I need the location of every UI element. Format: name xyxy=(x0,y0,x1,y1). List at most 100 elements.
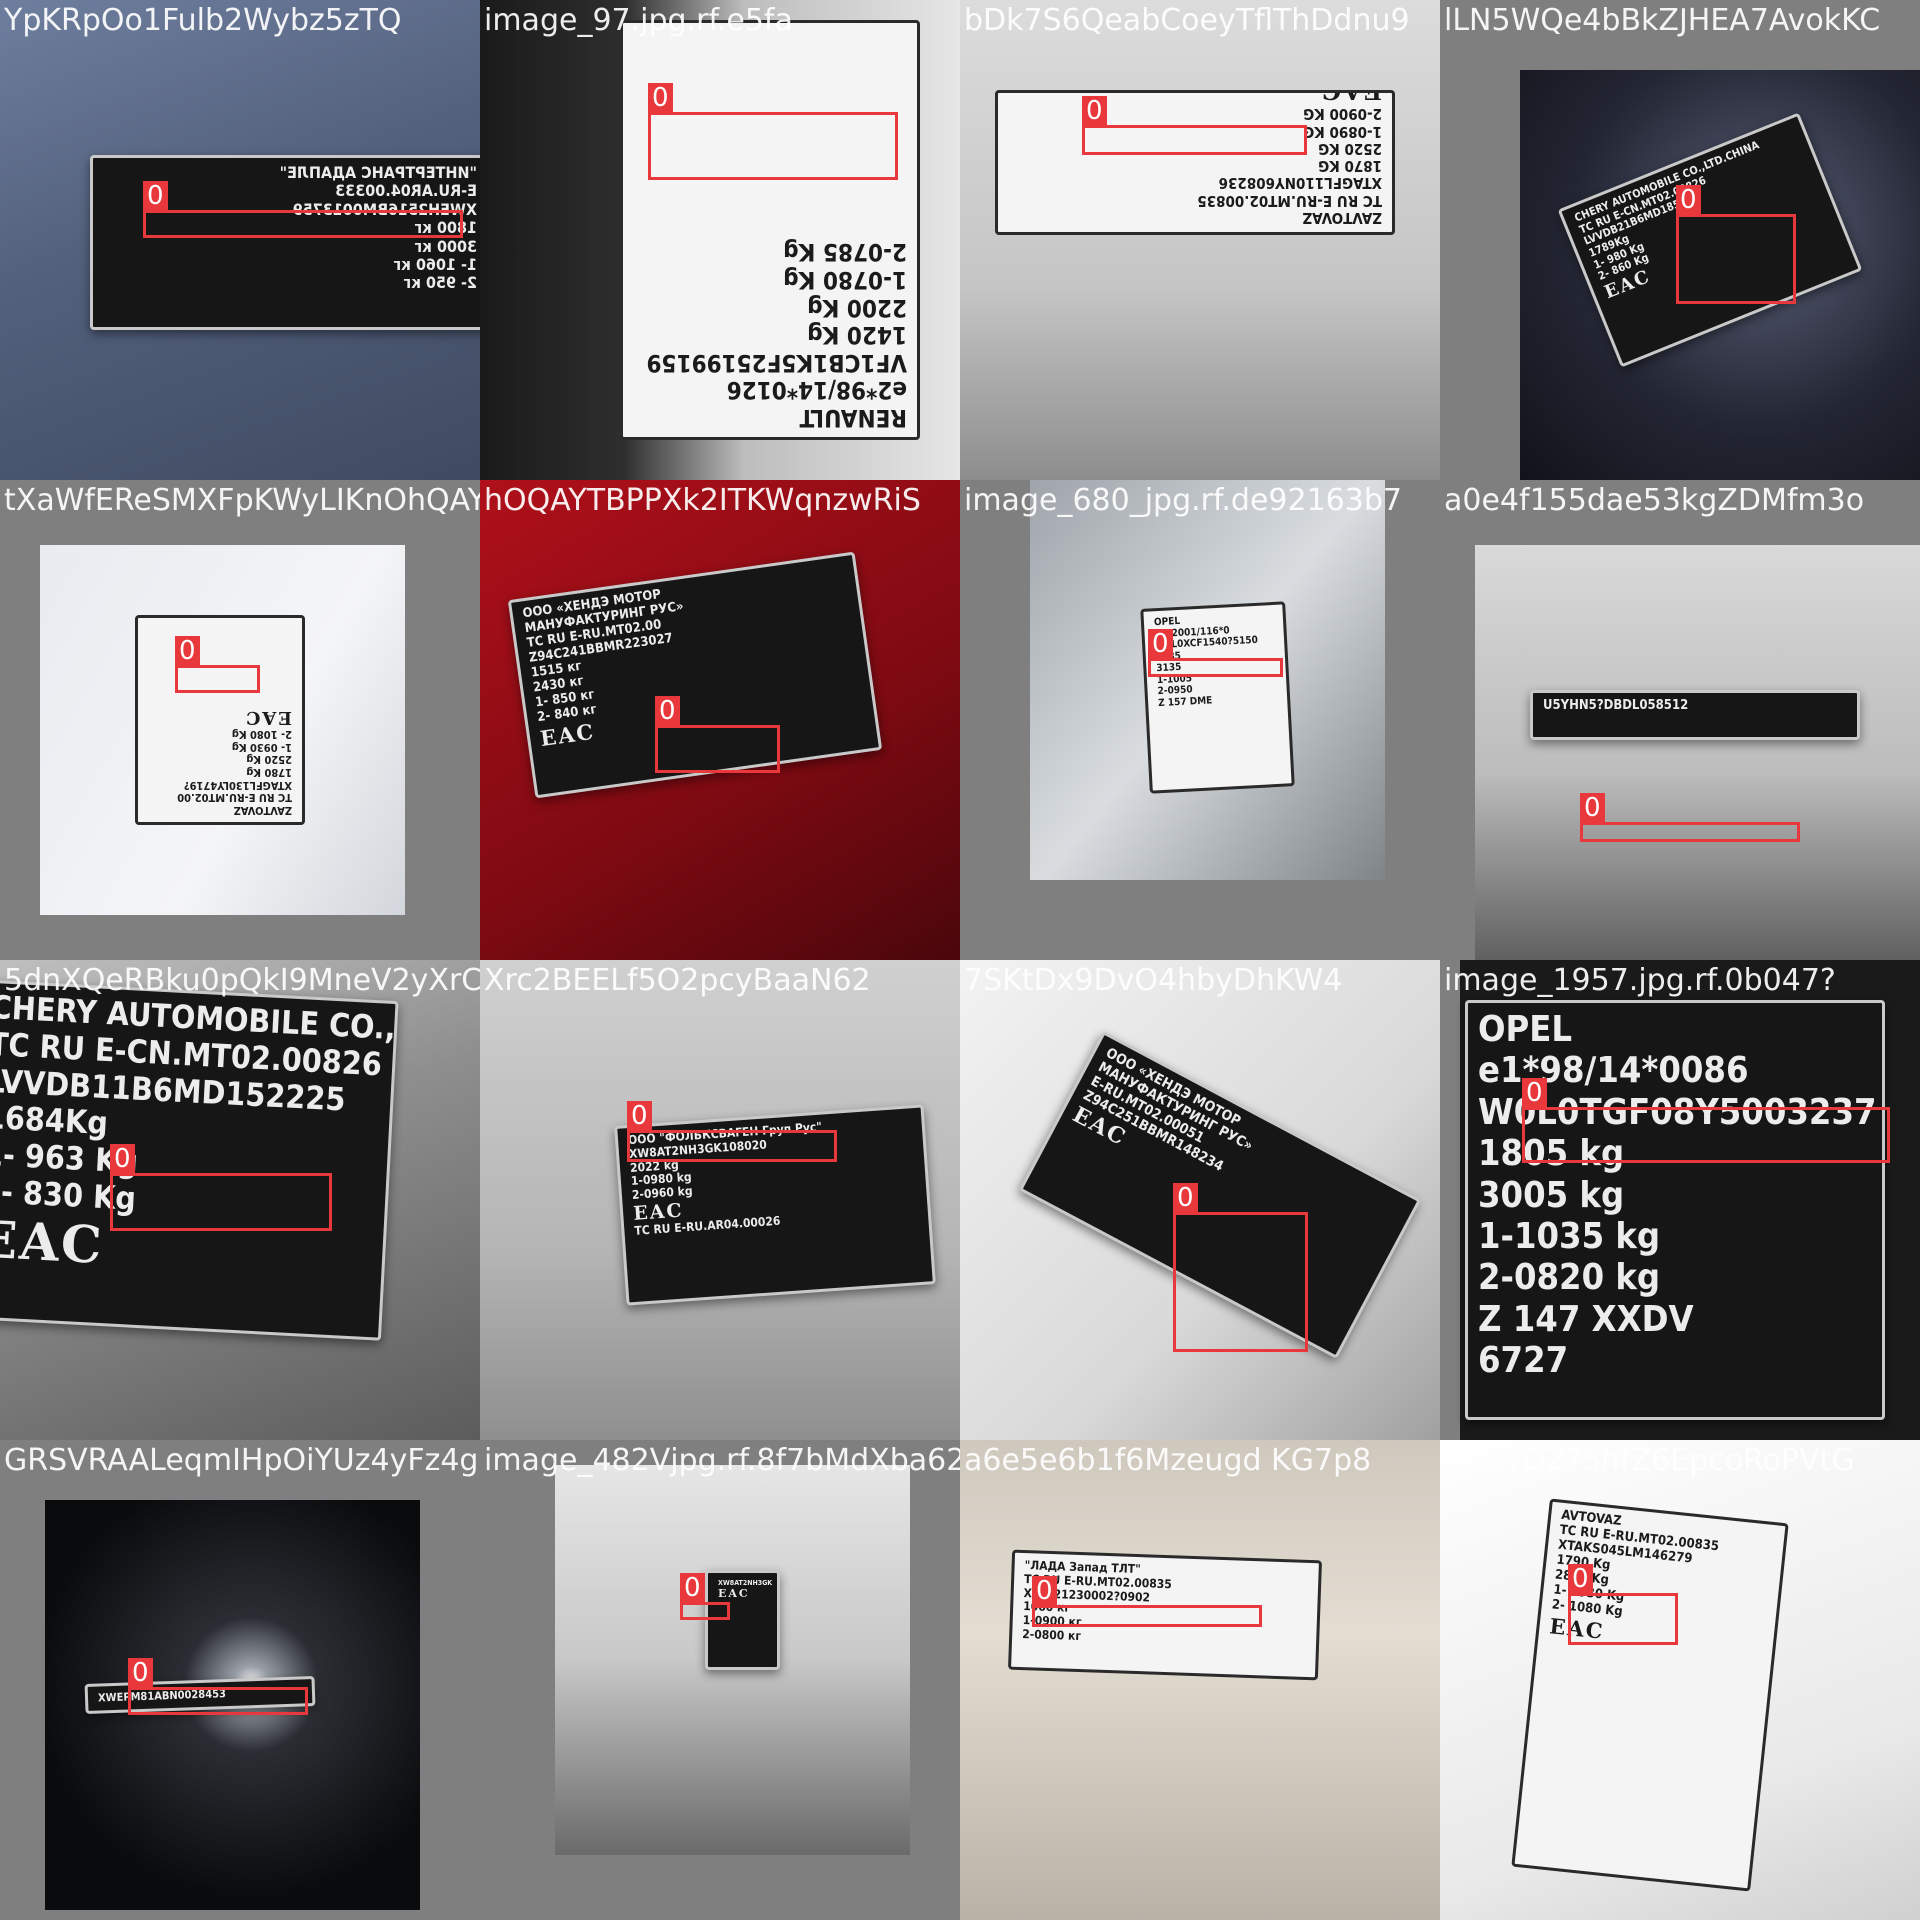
class-label: 0 xyxy=(1173,1183,1198,1213)
class-label: 0 xyxy=(655,696,680,726)
plate-text-line: U5YHN5?DBDL058512 xyxy=(1543,698,1689,713)
class-label: 0 xyxy=(680,1573,705,1603)
plate-text-line: 2200 Kg xyxy=(807,293,907,322)
plate-text-line: 2-0900 KG xyxy=(1303,105,1382,124)
class-label: 0 xyxy=(627,1101,652,1131)
image-tile: ZAVTOVAZ ТС RU E-RU.MT02.00835 XTAGFL110NY… xyxy=(960,0,1440,480)
plate-text-line: 2-0820 kg xyxy=(1478,1257,1661,1299)
plate-text-line: ZAVTOVAZ xyxy=(233,804,292,817)
plate-text-line: OPEL xyxy=(1478,1009,1573,1050)
eac-mark: EAC xyxy=(718,1587,750,1601)
detection-box: 0 xyxy=(1568,1564,1678,1645)
plate-text-line: 2520 Kg xyxy=(246,753,292,767)
vin-plate: ZAVTOVAZ ТС RU E-RU.MT02.00835 XTAGFL110NY… xyxy=(995,90,1395,235)
plate-text-line: 1-1035 kg xyxy=(1478,1215,1661,1257)
image-tile: OPEL e1*98/14*0086 W0L0TGF08Y5003237 1805 k… xyxy=(1440,960,1920,1440)
plate-text-line: 1- 1060 кг xyxy=(393,254,477,274)
image-filename: lLN5WQe4bBkZJHEA7AvokKC xyxy=(1444,3,1881,38)
plate-text-line: XTAGFL130LY4719? xyxy=(183,778,292,792)
vehicle-photo xyxy=(1475,545,1920,960)
vin-plate: AVTOVAZ TC RU E-RU.MT02.00835 XTAKS045LM14… xyxy=(1511,1498,1789,1892)
plate-text-line: ТС RU E-RU.MT02.00835 xyxy=(1197,191,1382,210)
plate-text-line: e2*98/14*0126 xyxy=(726,376,907,405)
plate-text-line: 1780 Kg xyxy=(246,766,292,780)
plate-text-line: XW8AT2NH3GK xyxy=(718,1579,773,1587)
plate-text-line: 3000 кг xyxy=(414,236,477,256)
class-label: 0 xyxy=(648,83,673,113)
batch-mosaic: "ИНТЕРТРАНС АДАПЛЕ" E-RU.AR04.00333 XWEH25… xyxy=(0,0,1920,1920)
class-label: 0 xyxy=(175,636,200,666)
plate-text-line: 3005 kg xyxy=(1478,1174,1625,1216)
detection-box: 0 xyxy=(680,1573,730,1620)
detection-box: 0 xyxy=(1522,1078,1890,1163)
detection-box: 0 xyxy=(648,83,898,180)
image-tile: ООО «ХЕНДЭ МОТОР МАНУФАКТУРИНГ РУС» TC RU … xyxy=(480,480,960,960)
image-filename: hOQAYTBPPXk2ITKWqnzwRiS xyxy=(484,483,921,518)
detection-box: 0 xyxy=(627,1101,837,1162)
image-tile: ООО "ФОЛЬКСВАГЕН Груп Рус" XW8AT2NH3GK108… xyxy=(480,960,960,1440)
image-filename: image_1957.jpg.rf.0b047? xyxy=(1444,963,1836,998)
image-filename: GRSVRAALeqmIHpOiYUz4yFz4gdH482Vjbg.rf.8f… xyxy=(4,1443,480,1478)
detection-box: 0 xyxy=(1082,96,1307,155)
image-filename: Xrc2BEELf5O2pcyBaaN62 xyxy=(484,963,871,998)
image-filename: image_680_jpg.rf.de92163b7 xyxy=(964,483,1402,518)
image-tile: CHERY AUTOMOBILE CO.,LTD.CHINA TC RU E-CN… xyxy=(1440,0,1920,480)
image-tile: "ИНТЕРТРАНС АДАПЛЕ" E-RU.AR04.00333 XWEH25… xyxy=(0,0,480,480)
image-tile: ООО «ХЕНДЭ МОТОР МАНУФАКТУРИНГ РУС» E-RU.M… xyxy=(960,960,1440,1440)
detection-box: 0 xyxy=(110,1144,332,1231)
class-label: 0 xyxy=(1082,96,1107,126)
image-tile: RENAULT e2*98/14*0126 VF1CB1K5F25199159 142… xyxy=(480,0,960,480)
image-tile: ZAVTOVAZ TC RU E-RU.MT02.00 XTAGFL130LY471… xyxy=(0,480,480,960)
plate-text-line: 1- 0930 Kg xyxy=(231,740,292,754)
plate-text-line: ZAVTOVAZ xyxy=(1302,209,1382,227)
image-filename: 5dnXQeRBku0pQkI9MneV2yXrC2BEELf5O2pcyBaa… xyxy=(4,963,480,998)
class-label: 0 xyxy=(1568,1564,1593,1594)
plate-text-line: "ИНТЕРТРАНС АДАПЛЕ" xyxy=(279,163,477,182)
vin-plate: CHERY AUTOMOBILE CO.,LTD.CHINA TC RU E-CN… xyxy=(0,979,399,1341)
class-label: 0 xyxy=(143,181,168,211)
image-tile: CHERY AUTOMOBILE CO.,LTD.CHINA TC RU E-CN… xyxy=(0,960,480,1440)
image-tile: XWEPM81ABN0028453 0 GRSVRAALeqmIHpOiYUz4yF… xyxy=(0,1440,480,1920)
detection-box: 0 xyxy=(1032,1576,1262,1627)
image-filename: tXaWfEReSMXFpKWyLIKnOhQAYTBPPXk2ITKWqnzw… xyxy=(4,483,480,518)
image-filename: 7SKtDx9DvO4hbyDhKW4 xyxy=(964,963,1343,998)
plate-text-line: 1-0780 Kg xyxy=(783,266,907,295)
detection-box: 0 xyxy=(655,696,780,773)
plate-text-line: Z 147 XXDV xyxy=(1478,1298,1694,1340)
detection-box: 0 xyxy=(175,636,260,693)
plate-text-line: 6727 xyxy=(1478,1340,1569,1382)
class-label: 0 xyxy=(1580,793,1605,823)
vin-plate: OPEL e1*98/14*0086 W0L0TGF08Y5003237 1805 k… xyxy=(1465,1000,1885,1420)
plate-text-line: TC RU E-RU.MT02.00 xyxy=(177,791,292,805)
image-tile: OPELe1*2001/116*0W0L0XCF1540?51501085313… xyxy=(960,480,1440,960)
detection-box: 0 xyxy=(1676,185,1796,304)
eac-mark: EAC xyxy=(243,706,292,728)
plate-text-line: 2- 1080 Kg xyxy=(231,728,292,742)
image-tile: "ЛАДА Запад ТЛТ" TC RU E-RU.MT02.00835 XTA… xyxy=(960,1440,1440,1920)
detection-box: 0 xyxy=(1173,1183,1308,1352)
image-tile: XW8AT2NH3GK EAC 0 image_482Vjpg.rf.8f7bMdXb… xyxy=(480,1440,960,1920)
eac-mark: EAC xyxy=(1319,90,1382,106)
image-tile: U5YHN5?DBDL058512 0 a0e4f155dae53kgZDMfm3o xyxy=(1440,480,1920,960)
image-filename: a6e5e6b1f6Mzeugd KG7p8 xyxy=(964,1443,1372,1478)
plate-text-line: 2-0785 Kg xyxy=(783,238,907,267)
plate-text-line: XTAGFL110NY608236 xyxy=(1218,174,1382,193)
image-filename: bDk7S6QeabCoeyTflThDdnu9 xyxy=(964,3,1410,38)
detection-box: 0 xyxy=(1580,793,1800,842)
class-label: 0 xyxy=(1676,185,1701,215)
image-filename: NeVyDZ?5hfZ6EpcoRoPVtG xyxy=(1444,1443,1855,1478)
plate-text-line: 1420 Kg xyxy=(807,321,907,350)
plate-text-line: 2- 950 кг xyxy=(403,273,477,293)
vin-plate: ZAVTOVAZ TC RU E-RU.MT02.00 XTAGFL130LY471… xyxy=(135,615,305,825)
image-filename: image_97.jpg.rf.e5fa xyxy=(484,3,793,38)
plate-text-line: VF1CB1K5F25199159 xyxy=(646,348,907,377)
class-label: 0 xyxy=(1148,629,1173,659)
class-label: 0 xyxy=(1522,1078,1547,1108)
image-tile: AVTOVAZ TC RU E-RU.MT02.00835 XTAKS045LM14… xyxy=(1440,1440,1920,1920)
image-filename: a0e4f155dae53kgZDMfm3o xyxy=(1444,483,1865,518)
vehicle-photo xyxy=(960,1440,1440,1920)
plate-text-line: 1870 KG xyxy=(1318,157,1382,176)
class-label: 0 xyxy=(1032,1576,1057,1606)
image-filename: image_482Vjpg.rf.8f7bMdXba624 xyxy=(484,1443,960,1478)
vehicle-photo xyxy=(960,0,1440,480)
